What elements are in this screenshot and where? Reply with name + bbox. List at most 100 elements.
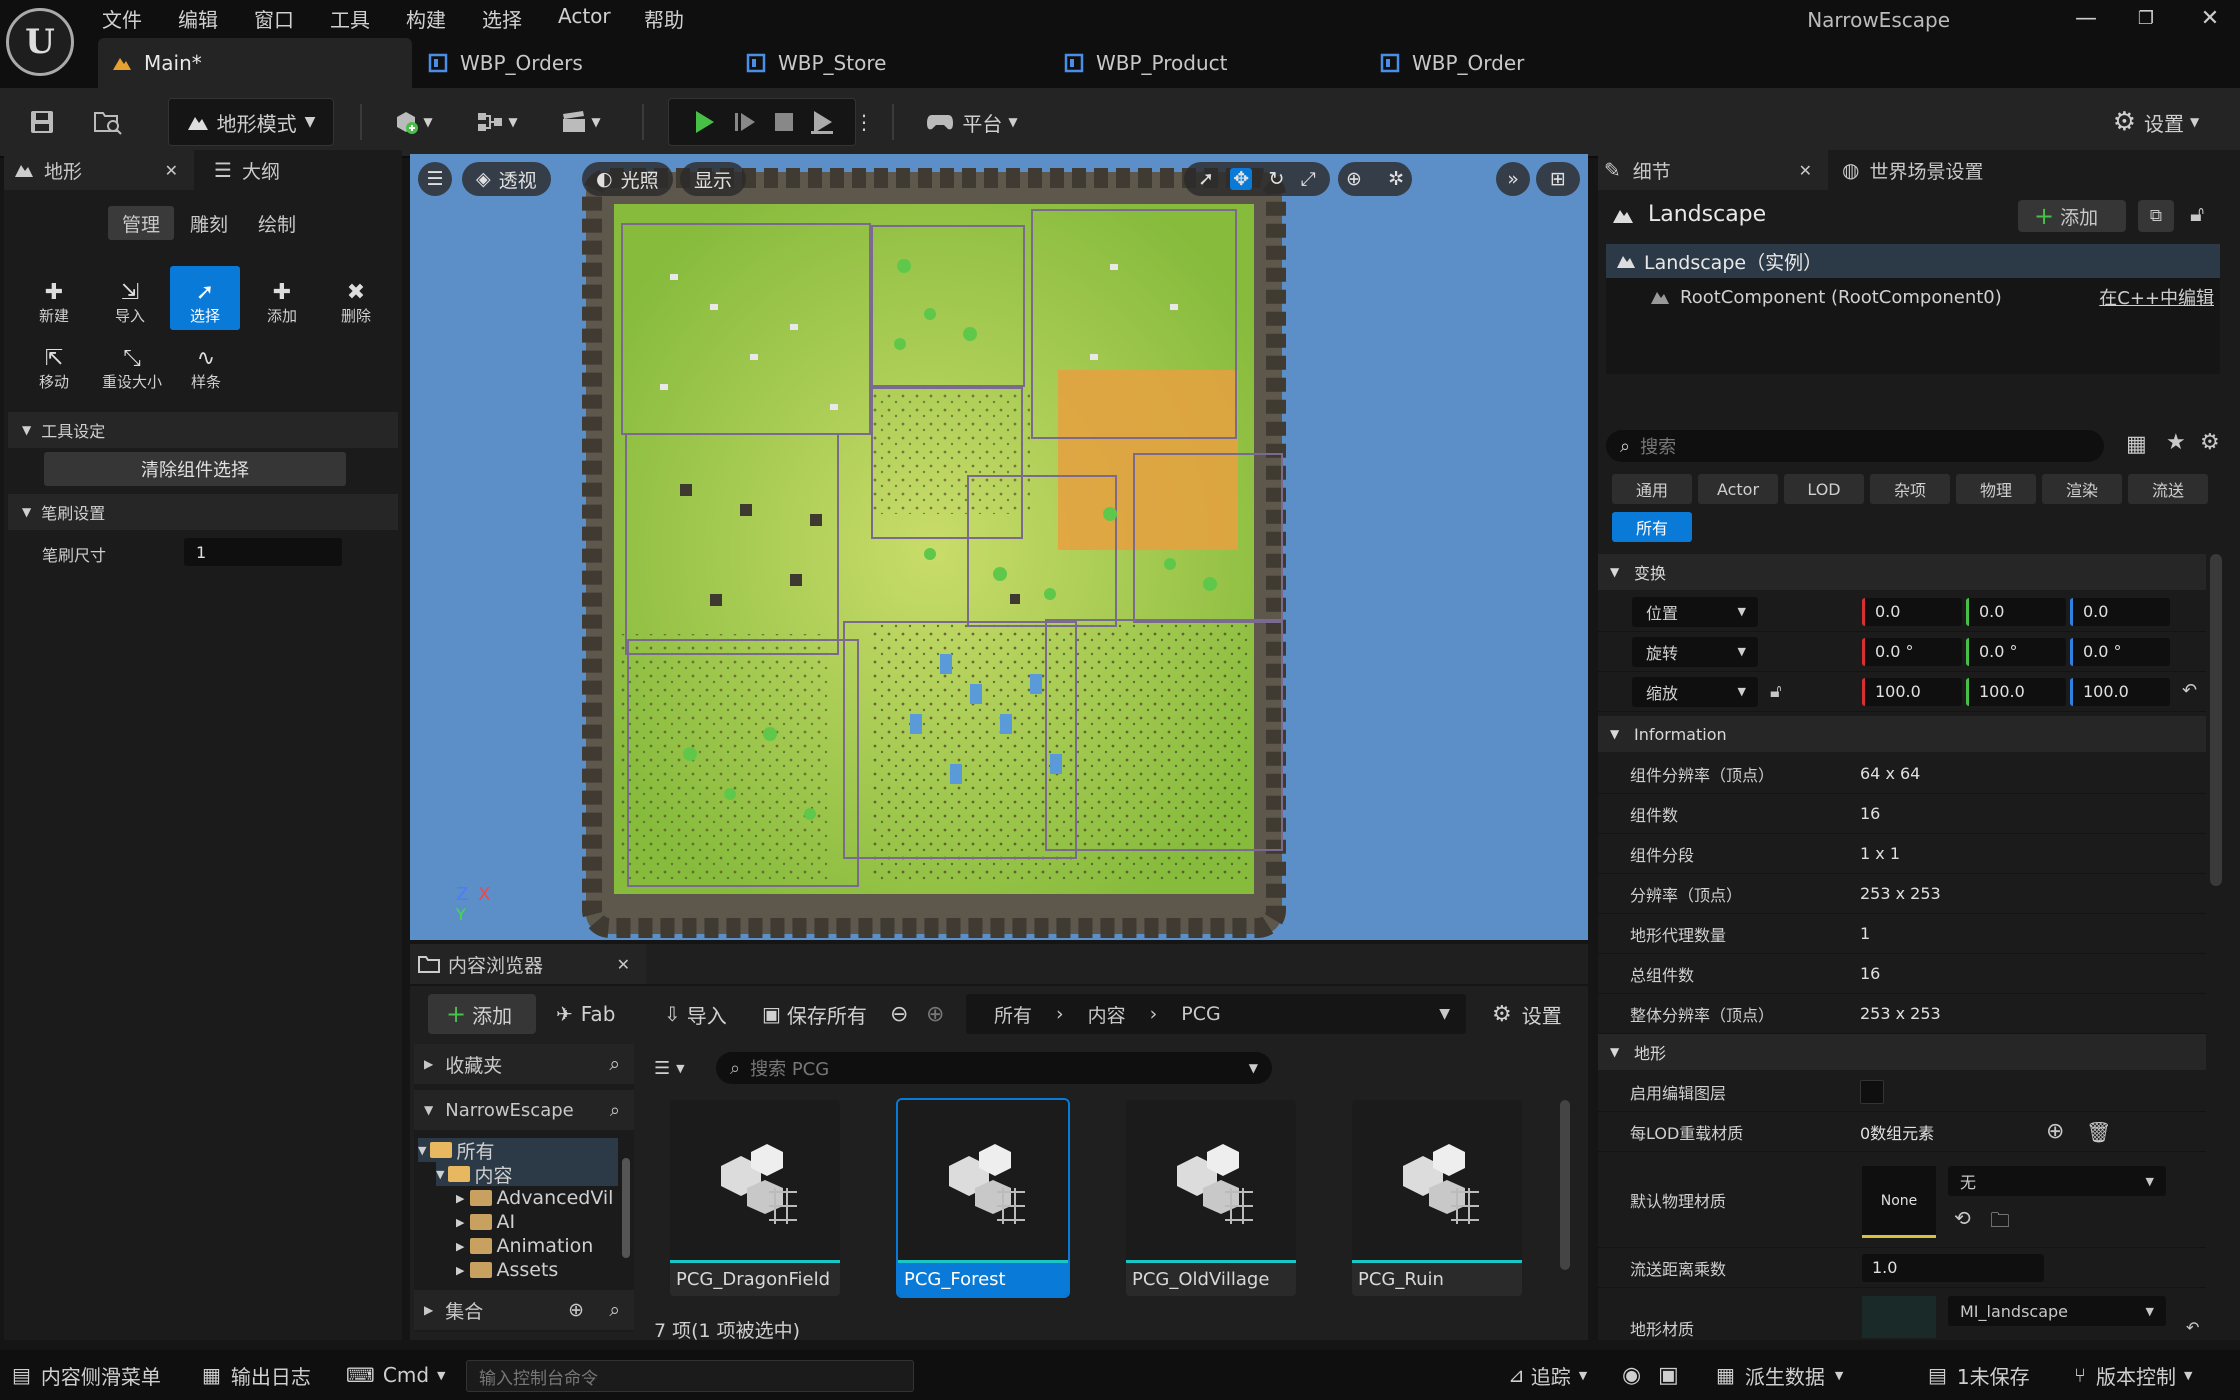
close-window-button[interactable]: ✕ — [2180, 0, 2240, 36]
gear-icon[interactable]: ⚙ — [2200, 430, 2220, 455]
tab-wbp-product[interactable]: WBP_Product — [1064, 38, 1228, 88]
use-selected-icon[interactable]: ⟲ — [1954, 1206, 1971, 1230]
tab-wbp-store[interactable]: WBP_Store — [746, 38, 886, 88]
component-row-root[interactable]: RootComponent (RootComponent0) 在C++中编辑 — [1606, 280, 2220, 314]
transform-header[interactable]: ▼ 变换 — [1598, 554, 2206, 590]
blueprint-convert-button[interactable]: ⧉ — [2138, 200, 2174, 232]
add-circle-icon[interactable]: ⊕ — [568, 1299, 584, 1321]
asset-search-input[interactable]: ⌕ 搜索 PCG ▼ — [716, 1052, 1272, 1084]
filter-lod[interactable]: LOD — [1784, 474, 1864, 504]
project-header[interactable]: ▼ NarrowEscape ⌕ — [414, 1090, 634, 1130]
menu-file[interactable]: 文件 — [100, 4, 144, 34]
location-y-field[interactable]: 0.0 — [1966, 597, 2066, 626]
add-element-icon[interactable]: ⊕ — [2046, 1119, 2064, 1144]
world-icon[interactable]: ⊕ — [1346, 168, 1362, 190]
rotate-icon[interactable]: ↻ — [1268, 168, 1284, 190]
filter-rendering[interactable]: 渲染 — [2042, 474, 2122, 504]
tab-content-browser[interactable]: 内容浏览器 ✕ — [410, 944, 646, 984]
details-search-input[interactable]: ⌕ 搜索 — [1606, 430, 2104, 462]
history-back-button[interactable]: ⊖ — [890, 994, 908, 1034]
trash-icon[interactable]: 🗑︎ — [2086, 1120, 2111, 1144]
breadcrumb-item[interactable]: 所有 — [994, 1001, 1032, 1028]
tool-select[interactable]: ➚ 选择 — [170, 266, 240, 330]
tree-ai[interactable]: ▶ AI — [456, 1210, 515, 1234]
menu-edit[interactable]: 编辑 — [176, 4, 220, 34]
mode-selector[interactable]: 地形模式 ▼ — [168, 98, 334, 146]
collections-header[interactable]: ▶ 集合 ⊕ ⌕ — [414, 1290, 634, 1330]
unreal-logo-icon[interactable]: U — [6, 8, 74, 76]
filter-misc[interactable]: 杂项 — [1870, 474, 1950, 504]
clear-selection-button[interactable]: 清除组件选择 — [44, 452, 346, 486]
rotation-x-field[interactable]: 0.0 ° — [1862, 637, 1962, 666]
scale-z-field[interactable]: 100.0 — [2070, 677, 2170, 706]
level-viewport[interactable]: ☰ ◈ 透视 ◐ 光照 显示 ➚ ✥ ↻ ⤢ ⊕ ✲ » ⊞ Z X Y — [410, 154, 1588, 940]
landscape-material-dropdown[interactable]: MI_landscape ▼ — [1948, 1296, 2166, 1326]
close-icon[interactable]: ✕ — [165, 161, 178, 180]
record-icon[interactable]: ◉ — [1622, 1358, 1641, 1392]
brush-settings-header[interactable]: ▼ 笔刷设置 — [8, 494, 398, 530]
component-row-landscape[interactable]: Landscape（实例） — [1606, 244, 2220, 278]
breadcrumb-item[interactable]: 内容 — [1088, 1001, 1126, 1028]
subtab-paint[interactable]: 绘制 — [244, 206, 310, 240]
tree-animation[interactable]: ▶ Animation — [456, 1234, 593, 1258]
menu-actor[interactable]: Actor — [556, 4, 613, 34]
settings-button[interactable]: ⚙ 设置 ▼ — [2104, 98, 2208, 146]
subtab-sculpt[interactable]: 雕刻 — [176, 206, 242, 240]
layout-button[interactable]: ⊞ — [1536, 162, 1580, 196]
filter-all[interactable]: 所有 — [1612, 512, 1692, 542]
rotation-z-field[interactable]: 0.0 ° — [2070, 637, 2170, 666]
tab-landscape[interactable]: 地形 ✕ — [4, 150, 194, 190]
menu-tools[interactable]: 工具 — [328, 4, 372, 34]
physical-material-dropdown[interactable]: 无 ▼ — [1948, 1166, 2166, 1196]
tool-settings-header[interactable]: ▼ 工具设定 — [8, 412, 398, 448]
filter-button[interactable]: ☰ ▼ — [654, 1048, 685, 1088]
close-icon[interactable]: ✕ — [1799, 161, 1812, 180]
content-browser-button[interactable] — [86, 98, 130, 146]
asset-tile[interactable]: PCG_DragonField — [670, 1100, 840, 1296]
more-options-icon[interactable]: ⋮ — [854, 98, 874, 146]
stream-distance-field[interactable]: 1.0 — [1862, 1253, 2044, 1282]
material-thumbnail[interactable]: None — [1862, 1166, 1936, 1238]
search-icon[interactable]: ⌕ — [609, 1053, 620, 1075]
maximize-button[interactable]: ❐ — [2116, 0, 2176, 36]
console-input[interactable]: 输入控制台命令 — [466, 1360, 914, 1392]
information-header[interactable]: ▼ Information — [1598, 716, 2206, 752]
tab-wbp-orders[interactable]: WBP_Orders — [428, 38, 583, 88]
filter-physics[interactable]: 物理 — [1956, 474, 2036, 504]
tab-main[interactable]: Main* — [98, 38, 412, 88]
filter-general[interactable]: 通用 — [1612, 474, 1692, 504]
tree-scrollbar[interactable] — [622, 1158, 630, 1258]
translate-icon[interactable]: ✥ — [1230, 168, 1253, 190]
lock-ratio-icon[interactable]: 🔓︎ — [1770, 681, 1782, 702]
tool-new[interactable]: ✚ 新建 — [22, 268, 86, 330]
menu-build[interactable]: 构建 — [404, 4, 448, 34]
history-forward-button[interactable]: ⊕ — [926, 994, 944, 1034]
details-scrollbar[interactable] — [2210, 554, 2222, 886]
add-component-button[interactable]: + 添加 — [2018, 200, 2126, 232]
save-all-button[interactable]: ▣ 保存所有 — [762, 994, 867, 1034]
fab-button[interactable]: ✈ Fab — [556, 994, 615, 1034]
select-arrow-icon[interactable]: ➚ — [1198, 168, 1214, 190]
content-drawer-button[interactable]: ▤ 内容侧滑菜单 — [12, 1358, 161, 1392]
screenshot-icon[interactable]: ▣ — [1658, 1358, 1679, 1392]
cmd-selector[interactable]: ⌨ Cmd ▼ — [346, 1358, 446, 1392]
platform-button[interactable]: 平台 ▼ — [918, 98, 1026, 146]
cinematics-button[interactable]: ▼ — [552, 98, 610, 146]
tree-all[interactable]: ▼ 所有 — [418, 1138, 618, 1163]
tab-world-settings[interactable]: ◍ 世界场景设置 — [1842, 150, 2092, 190]
tool-add[interactable]: ✚ 添加 — [250, 268, 314, 330]
tool-move[interactable]: ⇱ 移动 — [22, 334, 86, 396]
import-button[interactable]: ⇩ 导入 — [664, 994, 727, 1034]
table-view-icon[interactable]: ▦ — [2126, 432, 2147, 457]
perspective-button[interactable]: ◈ 透视 — [462, 162, 551, 196]
trace-button[interactable]: ⊿ 追踪 ▼ — [1508, 1358, 1587, 1392]
reset-icon[interactable]: ↶ — [2186, 1318, 2199, 1337]
menu-select[interactable]: 选择 — [480, 4, 524, 34]
scale-y-field[interactable]: 100.0 — [1966, 677, 2066, 706]
show-button[interactable]: 显示 — [680, 162, 747, 196]
browse-icon[interactable]: 🗀︎ — [1990, 1206, 2010, 1240]
source-control-button[interactable]: ⑂ 版本控制 ▼ — [2074, 1358, 2192, 1392]
close-icon[interactable]: ✕ — [617, 955, 630, 974]
tree-assets[interactable]: ▶ Assets — [456, 1258, 558, 1282]
derived-data-button[interactable]: ▦ 派生数据 ▼ — [1716, 1358, 1843, 1392]
